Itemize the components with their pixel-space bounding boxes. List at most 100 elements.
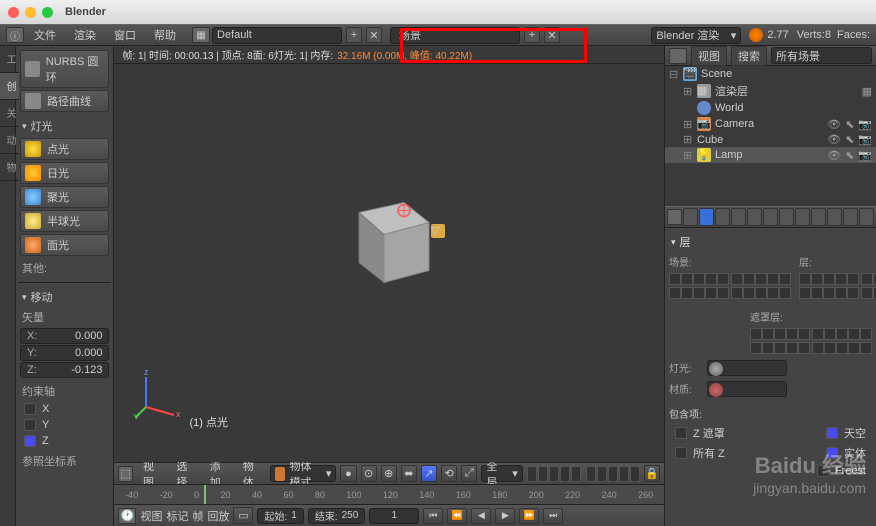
tree-camera[interactable]: ⊞📷Camera👁⬉📷 [665, 116, 876, 132]
scene-layers[interactable] [669, 273, 791, 285]
translate-icon[interactable]: ↗ [421, 465, 437, 482]
minimize-icon[interactable] [25, 7, 36, 18]
hemi-light-button[interactable]: 半球光 [20, 210, 109, 232]
orientation-dropdown[interactable]: 全局▾ [481, 465, 522, 482]
eye-icon[interactable]: 👁 [827, 118, 841, 131]
3dview-editor-icon[interactable]: ⬚ [118, 466, 133, 482]
engine-dropdown[interactable]: Blender 渲染 ▾ [651, 27, 741, 44]
area-light-button[interactable]: 面光 [20, 234, 109, 256]
menu-file[interactable]: 文件 [26, 25, 64, 45]
lock-camera-icon[interactable]: 🔒 [644, 465, 660, 482]
keyframe-next-icon[interactable]: ⏩ [519, 508, 539, 524]
constrain-x[interactable]: X [18, 401, 111, 417]
light-override-field[interactable]: 灯光: [669, 358, 872, 377]
jump-end-icon[interactable]: ⏭ [543, 508, 563, 524]
tab-object[interactable] [747, 208, 762, 226]
tab-texture[interactable] [827, 208, 842, 226]
properties-editor-icon[interactable] [667, 209, 682, 225]
rotate-icon[interactable]: ⟲ [441, 465, 457, 482]
tab-constraints[interactable] [763, 208, 778, 226]
current-frame-field[interactable]: 1 [369, 508, 419, 524]
window-controls[interactable] [8, 7, 53, 18]
freestyle-checkbox[interactable]: Freest [669, 463, 872, 479]
eye-icon[interactable]: 👁 [827, 149, 841, 162]
spot-light-button[interactable]: 聚光 [20, 186, 109, 208]
tl-menu-playback[interactable]: 回放 [207, 508, 229, 524]
scene-dropdown[interactable] [390, 27, 520, 44]
tab-renderlayers[interactable] [699, 208, 714, 226]
menu-window[interactable]: 窗口 [106, 25, 144, 45]
path-button[interactable]: 路径曲线 [20, 90, 109, 112]
nurbs-circle-button[interactable]: NURBS 圆环 [20, 50, 109, 88]
solid-checkbox[interactable]: 实体 [820, 443, 872, 463]
render-layers[interactable] [799, 273, 876, 285]
pivot-icon[interactable]: ⊙ [361, 465, 377, 482]
layout-input[interactable] [217, 29, 359, 41]
layout-close-button[interactable]: ✕ [366, 27, 382, 43]
tab-render[interactable] [683, 208, 698, 226]
cursor-icon[interactable]: ⊕ [381, 465, 397, 482]
outliner-menu-search[interactable]: 搜索 [731, 46, 767, 66]
cursor-select-icon[interactable]: ⬉ [845, 149, 854, 162]
keyframe-prev-icon[interactable]: ⏪ [447, 508, 467, 524]
tab-scene[interactable] [715, 208, 730, 226]
outliner-editor-icon[interactable] [669, 48, 687, 64]
tl-menu-marker[interactable]: 标记 [166, 508, 188, 524]
cursor-select-icon[interactable]: ⬉ [845, 133, 854, 146]
constrain-y[interactable]: Y [18, 417, 111, 433]
y-field[interactable]: Y:0.000 [20, 345, 109, 361]
3d-viewport[interactable]: z x y (1) 点光 [114, 64, 664, 462]
tab-world[interactable] [731, 208, 746, 226]
render-icon[interactable]: 📷 [858, 118, 872, 131]
outliner-filter[interactable]: 所有场景 [771, 47, 872, 64]
scene-layers-2[interactable] [669, 287, 791, 299]
tree-renderlayer[interactable]: ⊞▦渲染层▦ [665, 82, 876, 100]
material-override-field[interactable]: 材质: [669, 379, 872, 398]
timeline-editor-icon[interactable]: 🕐 [118, 508, 136, 524]
cube-mesh[interactable] [334, 183, 444, 296]
mask-layers[interactable] [750, 328, 872, 340]
allz-checkbox[interactable]: 所有 Z [669, 443, 731, 463]
x-field[interactable]: X:0.000 [20, 328, 109, 344]
manipulator-icon[interactable]: ⬌ [401, 465, 417, 482]
maximize-icon[interactable] [42, 7, 53, 18]
mask-layers-2[interactable] [750, 342, 872, 354]
tab-data[interactable] [795, 208, 810, 226]
renderlayer-extra-icon[interactable]: ▦ [862, 85, 872, 98]
point-light-button[interactable]: 点光 [20, 138, 109, 160]
tree-scene[interactable]: ⊟🎬Scene [665, 66, 876, 82]
render-icon[interactable]: 📷 [858, 149, 872, 162]
info-editor-icon[interactable]: ⓘ [6, 27, 24, 43]
cursor-select-icon[interactable]: ⬉ [845, 118, 854, 131]
render-icon[interactable]: 📷 [858, 133, 872, 146]
scene-close-button[interactable]: ✕ [544, 27, 560, 43]
constrain-z[interactable]: Z [18, 433, 111, 449]
sun-light-button[interactable]: 日光 [20, 162, 109, 184]
jump-start-icon[interactable]: ⏮ [423, 508, 443, 524]
layers-section-header[interactable]: 层 [669, 232, 872, 252]
menu-render[interactable]: 渲染 [66, 25, 104, 45]
layout-add-button[interactable]: + [346, 27, 362, 43]
tree-lamp[interactable]: ⊞💡Lamp👁⬉📷 [665, 147, 876, 163]
move-header[interactable]: 移动 [18, 287, 111, 307]
tab-physics[interactable] [859, 208, 874, 226]
outliner-menu-view[interactable]: 视图 [691, 46, 727, 66]
close-icon[interactable] [8, 7, 19, 18]
end-frame-field[interactable]: 结束:250 [308, 508, 365, 524]
eye-icon[interactable]: 👁 [827, 133, 841, 146]
tree-world[interactable]: World [665, 100, 876, 116]
zmask-checkbox[interactable]: Z 遮罩 [669, 423, 731, 443]
layer-buttons[interactable] [527, 466, 640, 482]
render-layers-2[interactable] [799, 287, 876, 299]
use-preview-icon[interactable]: ▭ [233, 507, 253, 524]
tl-menu-frame[interactable]: 帧 [192, 508, 203, 524]
z-field[interactable]: Z:-0.123 [20, 362, 109, 378]
mode-dropdown[interactable]: 物体模式 ▾ [270, 465, 336, 482]
tree-cube[interactable]: ⊞▽Cube👁⬉📷 [665, 132, 876, 147]
play-icon[interactable]: ▶ [495, 508, 515, 524]
scene-input[interactable] [399, 29, 541, 41]
sky-checkbox[interactable]: 天空 [820, 423, 872, 443]
layout-dropdown[interactable] [212, 27, 342, 44]
outliner-tree[interactable]: ⊟🎬Scene ⊞▦渲染层▦ World ⊞📷Camera👁⬉📷 ⊞▽Cube👁… [665, 66, 876, 206]
tab-modifiers[interactable] [779, 208, 794, 226]
